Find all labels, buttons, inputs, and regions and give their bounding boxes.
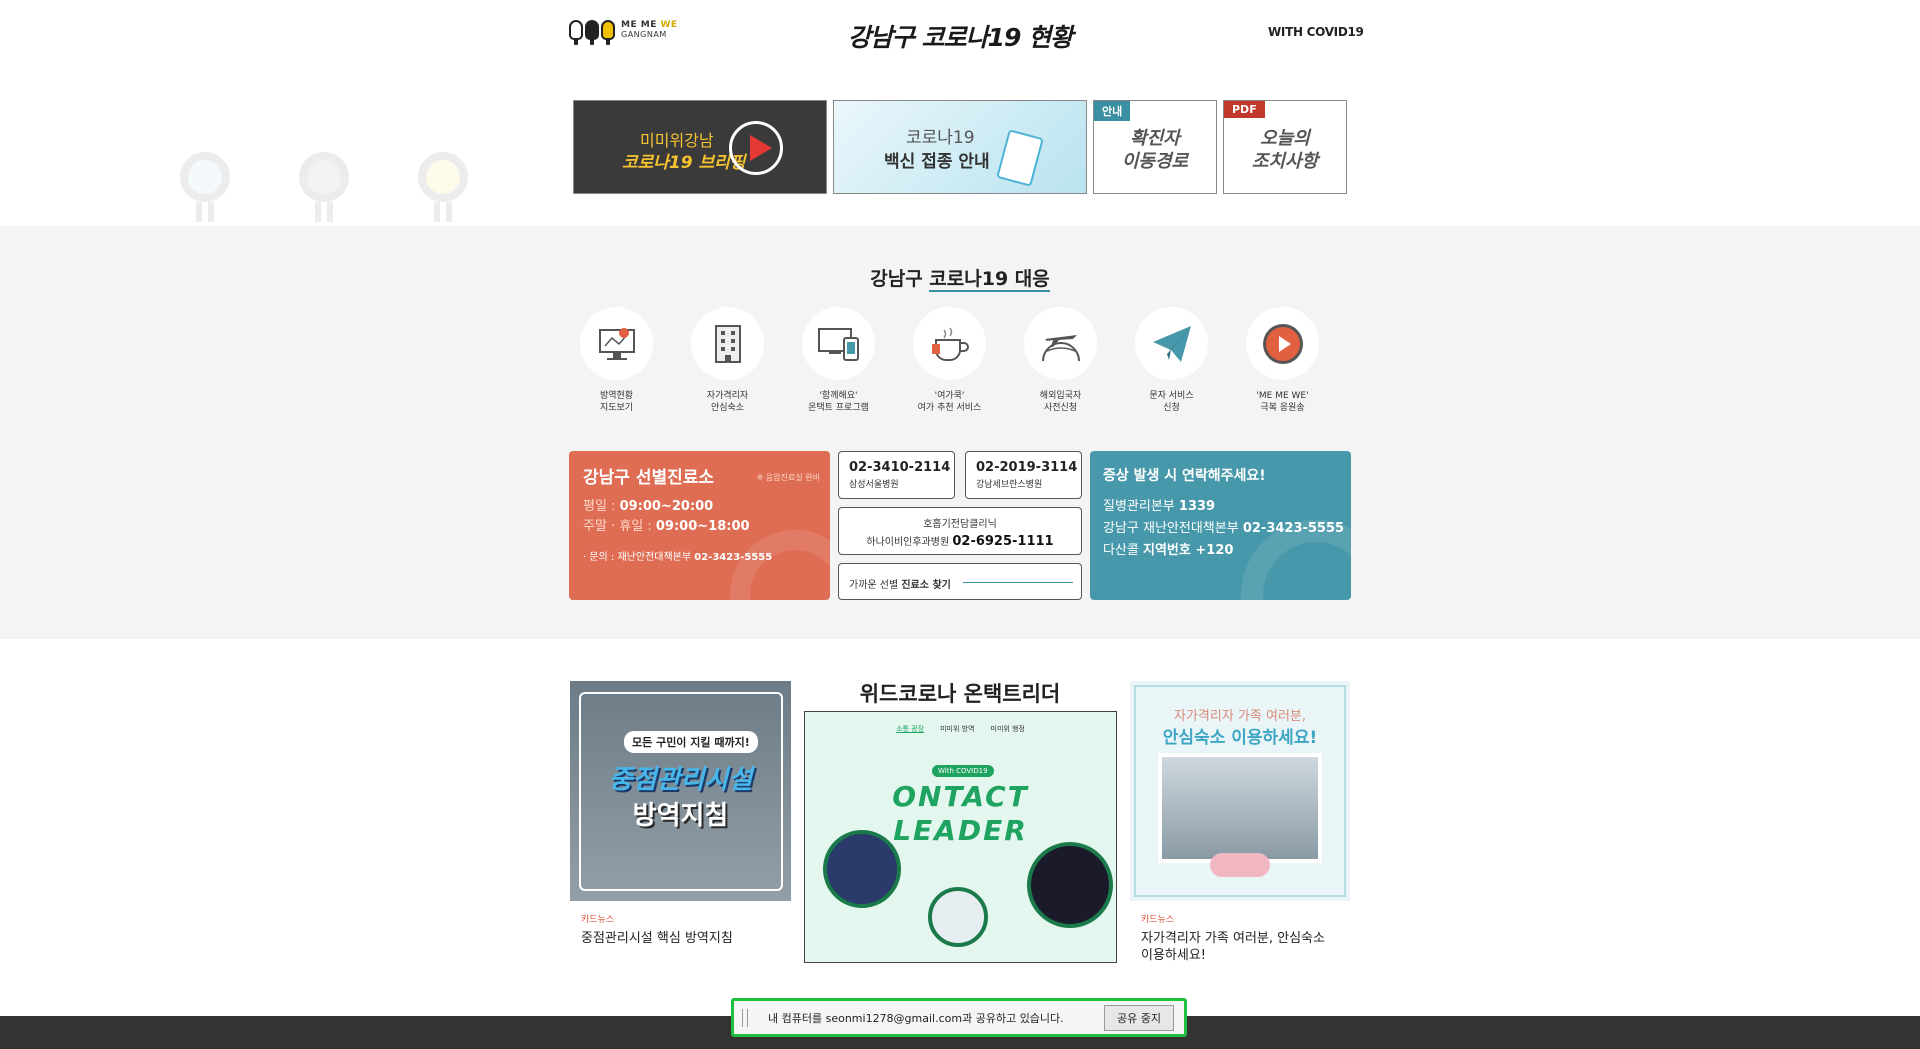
coffee-cup-icon [913, 307, 986, 380]
arrow-right-icon [963, 582, 1073, 583]
deco-bulb-icon [299, 152, 349, 222]
contact-row: 질병관리본부 1339 [1103, 499, 1216, 514]
quick-link-lodging[interactable]: 자가격리자 안심숙소 [691, 307, 764, 414]
contact-row: 다산콜 지역번호 +120 [1103, 543, 1234, 558]
quick-link-sms[interactable]: 문자 서비스 신청 [1135, 307, 1208, 414]
screening-clinic-card[interactable]: 강남구 선별진료소 ※ 음압진료실 완비 평일 : 09:00~20:00 주말… [569, 451, 830, 600]
card-caption[interactable]: 자가격리자 가족 여러분, 안심숙소 이용하세요! [1141, 930, 1325, 964]
banner-today-measures[interactable]: PDF 오늘의 조치사항 [1223, 100, 1347, 194]
with-corona-title: 위드코로나 온택트리더 [859, 682, 1061, 706]
contact-row: 강남구 재난안전대책본부 02-3423-5555 [1103, 521, 1345, 536]
card-news-facility-guideline[interactable]: 모든 구민이 지킬 때까지! 중점관리시설 방역지침 [570, 681, 791, 901]
hospital-severance[interactable]: 02-2019-3114 강남세브란스병원 [965, 451, 1082, 499]
map-pin-monitor-icon [580, 307, 653, 380]
mini-nav: 소통 광장 미미위 방역 미미위 행정 [896, 725, 1025, 733]
clinic-title: 강남구 선별진료소 [583, 468, 715, 488]
building-icon [691, 307, 764, 380]
card-caption[interactable]: 중점관리시설 핵심 방역지침 [581, 930, 733, 947]
pdf-tag: PDF [1224, 101, 1265, 118]
find-nearby-clinic-link[interactable]: 가까운 선별 진료소 찾기 [838, 563, 1082, 600]
banner-confirmed-route[interactable]: 안내 확진자 이동경로 [1093, 100, 1217, 194]
vaccine-vial-icon [996, 129, 1044, 187]
stop-sharing-button[interactable]: 공유 중지 [1104, 1004, 1174, 1031]
leader-photo [928, 887, 988, 947]
with-covid-label[interactable]: WITH COVID19 [1268, 25, 1364, 39]
paper-plane-icon [1135, 307, 1208, 380]
contact-title: 증상 발생 시 연락해주세요! [1103, 468, 1266, 484]
deco-bulb-icon [418, 152, 468, 222]
quick-link-leisure[interactable]: '여가쿡' 여가 추천 서비스 [913, 307, 986, 414]
play-icon [729, 121, 783, 175]
airplane-globe-icon [1024, 307, 1097, 380]
quick-link-ontact[interactable]: '함께해요' 온택트 프로그램 [802, 307, 875, 414]
section-title: 강남구 코로나19 대응 [870, 268, 1050, 292]
screen-share-bar: 내 컴퓨터를 seonmi1278@gmail.com과 공유하고 있습니다. … [731, 998, 1187, 1037]
quick-link-overseas[interactable]: 해외입국자 사전신청 [1024, 307, 1097, 414]
card-category: 카드뉴스 [581, 915, 615, 925]
play-circle-icon [1246, 307, 1319, 380]
card-category: 카드뉴스 [1141, 915, 1175, 925]
respiratory-clinic[interactable]: 호흡기전담클리닉 하나이비인후과병원 02-6925-1111 [838, 507, 1082, 555]
ontact-leader-banner[interactable]: 소통 광장 미미위 방역 미미위 행정 With COVID19 ONTACT LEA… [804, 711, 1117, 963]
info-tag: 안내 [1094, 101, 1131, 121]
response-icons: 방역현황 지도보기 자가격리자 안심숙소 '함께해요' 온택트 프로그램 '여가쿡' 여… [580, 307, 1319, 414]
quick-link-song[interactable]: 'ME ME WE' 극복 응원송 [1246, 307, 1319, 414]
drag-handle-icon[interactable] [742, 1008, 748, 1027]
share-message: 내 컴퓨터를 seonmi1278@gmail.com과 공유하고 있습니다. [768, 1011, 1064, 1025]
quick-link-map[interactable]: 방역현황 지도보기 [580, 307, 653, 414]
banner-vaccine[interactable]: 코로나19 백신 접종 안내 [833, 100, 1087, 194]
leader-photo [1027, 842, 1113, 928]
banner-briefing[interactable]: 미미위강남 코로나19 브리핑 [573, 100, 827, 194]
devices-icon [802, 307, 875, 380]
leader-photo [823, 830, 901, 908]
deco-bulb-icon [180, 152, 230, 222]
flower-decoration [1210, 853, 1270, 877]
symptom-contact-card: 증상 발생 시 연락해주세요! 질병관리본부 1339 강남구 재난안전대책본부… [1090, 451, 1351, 600]
hotel-room-image [1158, 753, 1322, 863]
clinic-note: ※ 음압진료실 완비 [756, 473, 820, 482]
page-title: 강남구 코로나19 현황 [847, 23, 1073, 52]
hospital-samsung[interactable]: 02-3410-2114 삼성서울병원 [838, 451, 955, 499]
card-news-safe-lodging[interactable]: 자가격리자 가족 여러분, 안심숙소 이용하세요! [1130, 681, 1350, 901]
page: ME ME WE GANGNAM 강남구 코로나19 현황 WITH COVID… [0, 0, 1920, 1049]
